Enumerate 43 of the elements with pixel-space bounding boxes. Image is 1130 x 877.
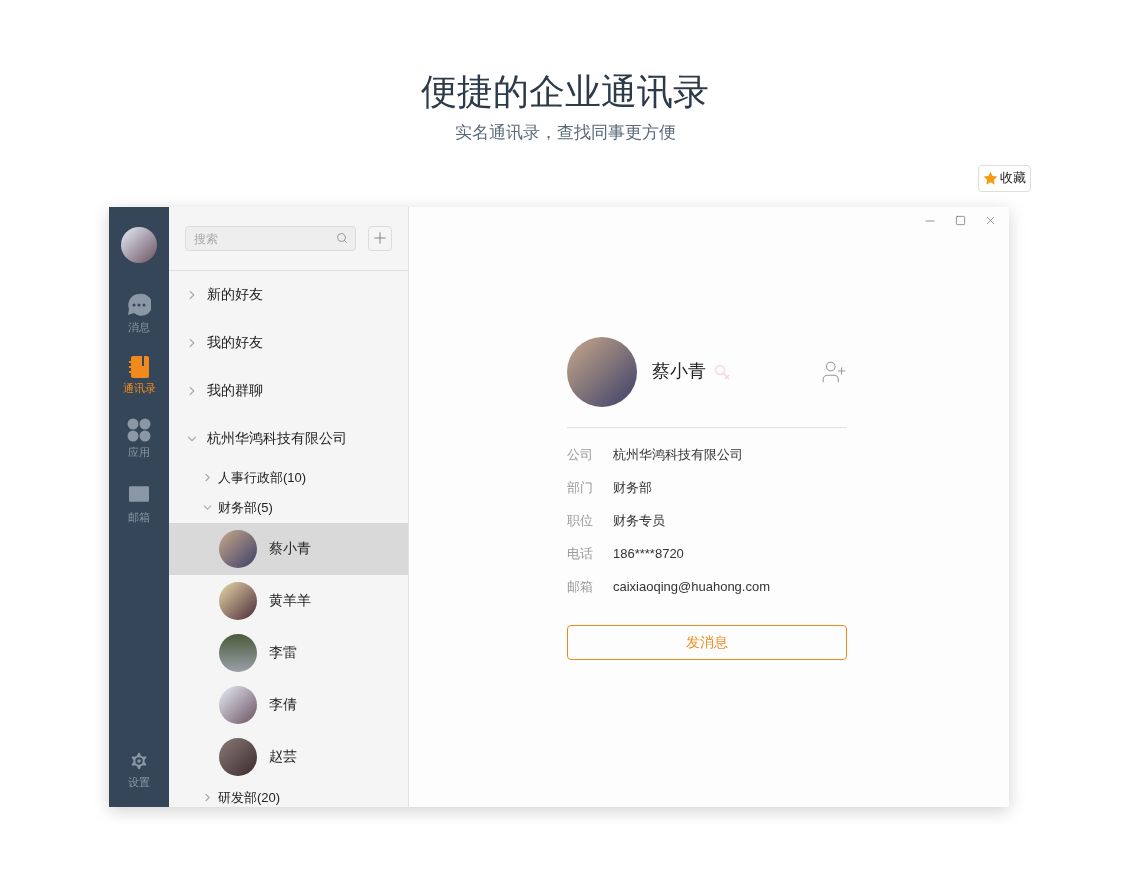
avatar (219, 581, 257, 620)
settings-icon (128, 750, 150, 772)
avatar (121, 226, 157, 263)
avatar (219, 633, 257, 672)
contact-row[interactable]: 李倩 (169, 678, 408, 731)
page-title: 便捷的企业通讯录 (421, 70, 709, 114)
avatar (219, 737, 257, 776)
apps-grid-icon (127, 417, 151, 442)
field-label: 公司 (567, 445, 594, 464)
field-label: 电话 (567, 544, 594, 563)
maximize-icon[interactable] (955, 214, 966, 226)
favorite-button[interactable]: 收藏 (978, 164, 1031, 192)
notebook-icon (129, 356, 149, 378)
search-field[interactable]: 搜索 (185, 226, 356, 251)
chat-bubble-icon (127, 292, 151, 317)
avatar (219, 685, 257, 724)
contact-row[interactable]: 蔡小青 (169, 522, 408, 575)
plus-icon (371, 229, 389, 247)
star-icon (983, 170, 998, 186)
department-row[interactable]: 人事行政部(10) (169, 462, 408, 493)
contact-row[interactable]: 李雷 (169, 626, 408, 679)
field-value: caixiaoqing@huahong.com (613, 577, 771, 596)
field-label: 职位 (567, 511, 594, 530)
field-value: 财务专员 (613, 511, 665, 530)
group-row[interactable]: 杭州华鸿科技有限公司 (169, 414, 408, 463)
field-label: 部门 (567, 478, 594, 497)
add-button[interactable] (368, 225, 392, 251)
search-icon (336, 231, 348, 244)
group-row[interactable]: 我的群聊 (169, 366, 408, 415)
field-value: 186****8720 (613, 544, 684, 563)
contact-name: 蔡小青 (652, 360, 706, 383)
group-row[interactable]: 新的好友 (169, 270, 408, 319)
nav-item[interactable]: 通讯录 (111, 356, 167, 397)
field-label: 邮箱 (567, 577, 594, 596)
page-subtitle: 实名通讯录，查找同事更方便 (454, 122, 676, 144)
avatar (219, 529, 257, 568)
field-value: 财务部 (613, 478, 652, 497)
field-value: 杭州华鸿科技有限公司 (613, 445, 743, 464)
department-row[interactable]: 财务部(5) (169, 492, 408, 523)
contact-row[interactable]: 黄羊羊 (169, 574, 408, 627)
contact-row[interactable]: 赵芸 (169, 730, 408, 783)
group-row[interactable]: 我的好友 (169, 318, 408, 367)
department-row[interactable]: 研发部(20) (169, 782, 408, 807)
